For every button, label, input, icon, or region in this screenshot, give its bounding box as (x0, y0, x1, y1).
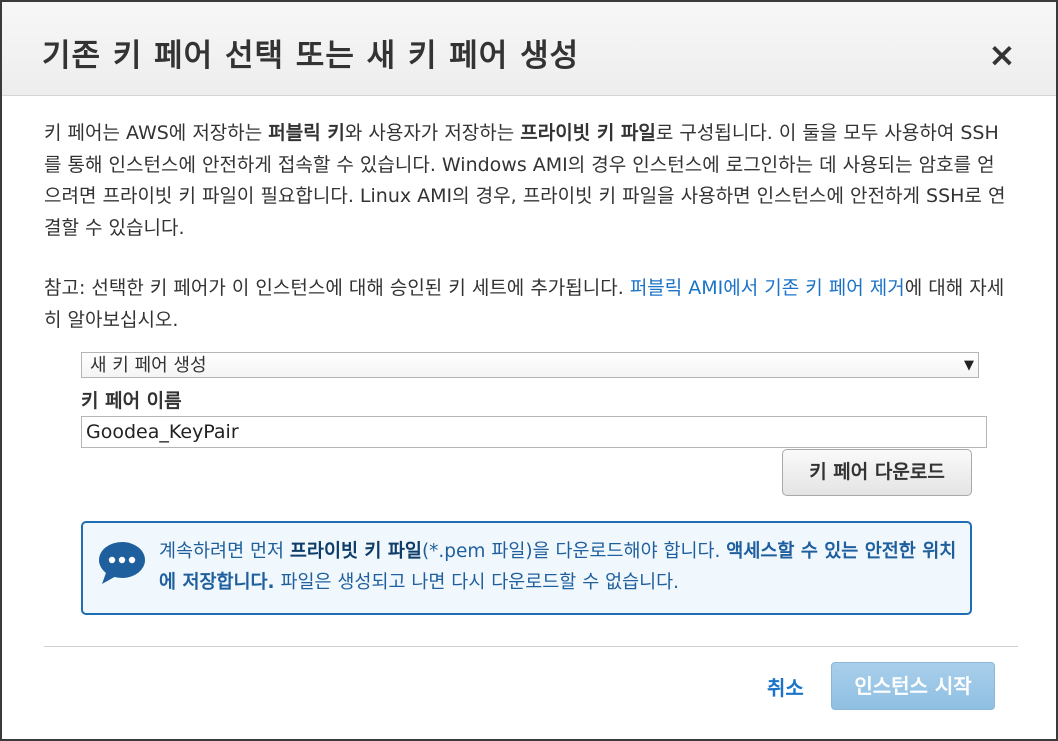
footer-divider (44, 646, 1018, 647)
info-text-1: 계속하려면 먼저 (159, 541, 290, 562)
info-bold-private-key-file: 프라이빗 키 파일 (289, 541, 422, 562)
key-pair-dialog: 기존 키 페어 선택 또는 새 키 페어 생성 × 키 페어는 AWS에 저장하… (0, 0, 1058, 741)
remove-key-pair-link[interactable]: 퍼블릭 AMI에서 기존 키 페어 제거 (630, 277, 905, 299)
chat-bubble-icon (99, 542, 145, 584)
key-pair-name-label: 키 페어 이름 (81, 390, 182, 412)
chevron-down-icon: ▼ (964, 358, 974, 373)
key-pair-name-input[interactable] (81, 416, 987, 448)
info-alert: 계속하려면 먼저 프라이빗 키 파일(*.pem 파일)을 다운로드해야 합니다… (81, 521, 972, 615)
download-key-pair-button[interactable]: 키 페어 다운로드 (782, 449, 972, 496)
key-pair-select-value: 새 키 페어 생성 (90, 355, 207, 376)
info-text-2: (*.pem 파일)을 다운로드해야 합니다. (421, 541, 727, 562)
intro-text-2: 와 사용자가 저장하는 (344, 122, 521, 144)
note-paragraph: 참고: 선택한 키 페어가 이 인스턴스에 대해 승인된 키 세트에 추가됩니다… (44, 273, 1012, 336)
intro-bold-private-key-file: 프라이빗 키 파일 (520, 122, 656, 144)
intro-paragraph: 키 페어는 AWS에 저장하는 퍼블릭 키와 사용자가 저장하는 프라이빗 키 … (44, 118, 1012, 244)
intro-bold-public-key: 퍼블릭 키 (268, 122, 345, 144)
launch-instances-button[interactable]: 인스턴스 시작 (831, 662, 995, 710)
intro-text-1: 키 페어는 AWS에 저장하는 (44, 122, 269, 144)
key-pair-select[interactable]: 새 키 페어 생성 ▼ (81, 352, 979, 378)
dialog-title: 기존 키 페어 선택 또는 새 키 페어 생성 (42, 38, 580, 74)
dialog-header: 기존 키 페어 선택 또는 새 키 페어 생성 × (2, 2, 1056, 96)
close-icon[interactable]: × (987, 38, 1017, 71)
cancel-link[interactable]: 취소 (767, 672, 804, 701)
info-text-3: 파일은 생성되고 나면 다시 다운로드할 수 없습니다. (274, 572, 680, 593)
note-text-1: 참고: 선택한 키 페어가 이 인스턴스에 대해 승인된 키 세트에 추가됩니다… (44, 277, 630, 299)
info-text: 계속하려면 먼저 프라이빗 키 파일(*.pem 파일)을 다운로드해야 합니다… (159, 536, 965, 598)
